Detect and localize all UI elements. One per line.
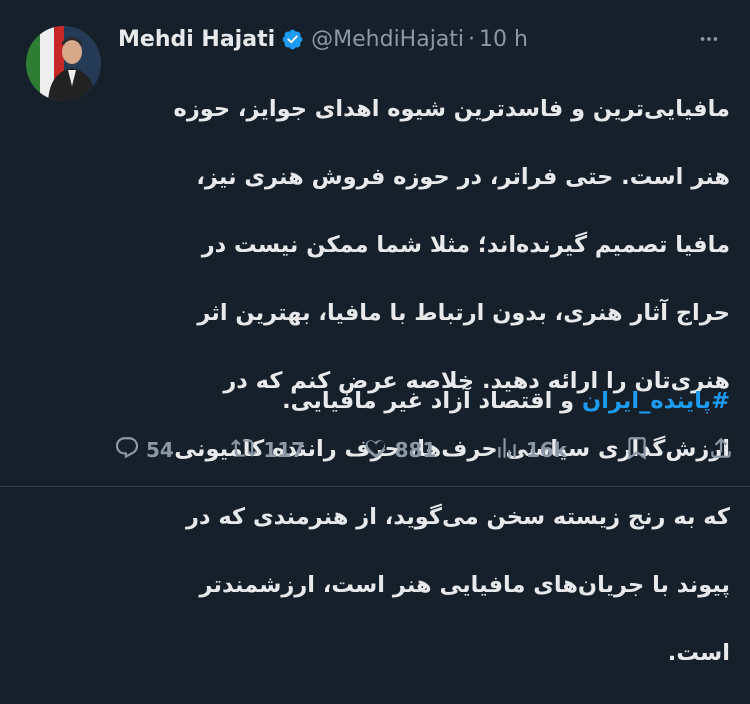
like-icon	[363, 435, 389, 466]
avatar[interactable]	[26, 26, 101, 101]
like-count: 881	[394, 438, 437, 462]
author-handle[interactable]: @MehdiHajati	[311, 27, 464, 52]
tweet-text-line: مافیا تصمیم گیرنده‌اند؛ مثلا شما ممکن نی…	[201, 232, 730, 258]
tweet-text-line: پیوند با جریان‌های مافیایی هنر است، ارزش…	[199, 572, 730, 598]
tweet-text-line: که به رنج زیسته سخن می‌گوید، از هنرمندی …	[186, 504, 730, 530]
views-count: 16k	[525, 438, 567, 462]
views-button[interactable]: 16k	[494, 435, 567, 466]
reply-icon	[114, 435, 140, 466]
retweet-count: 117	[263, 438, 306, 462]
reply-button[interactable]: 54	[114, 435, 174, 466]
tweet-header: Mehdi Hajati @MehdiHajati · 10 h	[118, 22, 730, 56]
more-icon[interactable]	[696, 26, 722, 52]
tweet-text-line: هنر است. حتی فراتر، در حوزه فروش هنری نی…	[196, 164, 730, 190]
hashtag-link[interactable]: #پاینده_ایران	[582, 388, 730, 414]
tweet-text: مافیایی‌ترین و فاسدترین شیوه اهدای جوایز…	[118, 58, 730, 704]
tweet-text-line: است.	[667, 640, 730, 666]
share-button[interactable]	[708, 435, 734, 466]
separator-dot: ·	[468, 26, 476, 52]
retweet-icon	[231, 435, 258, 466]
tweet-text-line: حراج آثار هنری، بدون ارتباط با مافیا، به…	[197, 300, 730, 326]
bookmark-button[interactable]	[624, 435, 650, 466]
tweet-text-line: مافیایی‌ترین و فاسدترین شیوه اهدای جوایز…	[173, 96, 730, 122]
views-icon	[494, 435, 520, 466]
verified-badge-icon	[281, 28, 304, 51]
like-button[interactable]: 881	[363, 435, 437, 466]
author-name[interactable]: Mehdi Hajati	[118, 27, 275, 52]
action-bar: 54 117 881 16k	[114, 433, 734, 467]
bookmark-icon	[624, 435, 650, 466]
hashtag-line: #پاینده_ایران و اقتصاد آزاد غیر مافیایی.	[118, 384, 730, 418]
share-icon	[708, 435, 734, 466]
divider	[0, 486, 750, 487]
hashtag-suffix: و اقتصاد آزاد غیر مافیایی.	[282, 388, 582, 414]
retweet-button[interactable]: 117	[231, 435, 305, 466]
timestamp[interactable]: 10 h	[479, 27, 528, 52]
reply-count: 54	[146, 438, 174, 462]
